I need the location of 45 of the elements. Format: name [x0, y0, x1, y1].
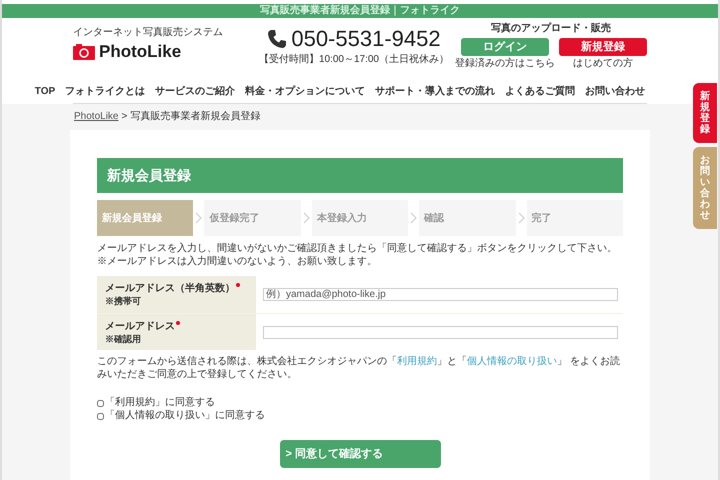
agree-checkbox[interactable] — [97, 412, 104, 420]
chevron-icon — [300, 212, 312, 224]
logo-text[interactable]: PhotoLike — [99, 43, 182, 60]
breadcrumb-current: 写真販売事業者新規会員登録 — [130, 110, 260, 124]
nav-link[interactable]: お問い合わせ — [585, 84, 646, 99]
progress-step: 確認 — [419, 200, 516, 236]
field-note: ※携帯可 — [105, 295, 142, 307]
banner-text: 写真販売事業者新規会員登録｜フォトライク — [260, 6, 460, 16]
nav-link[interactable]: TOP — [34, 84, 56, 99]
instruction-note: ※メールアドレスは入力間違いのないよう、お願い致します。 — [97, 255, 378, 268]
progress-step: 仮登録完了 — [204, 200, 301, 236]
nav-link[interactable]: 料金・オプションについて — [245, 84, 366, 99]
progress-step: 完了 — [526, 200, 624, 236]
breadcrumb-link[interactable]: PhotoLike — [74, 109, 118, 124]
agree-checkbox[interactable] — [97, 400, 104, 406]
form-heading: 新規会員登録 — [97, 158, 623, 193]
checkbox-label: 「個人情報の取り扱い」に同意する — [105, 410, 265, 422]
instruction-text: メールアドレスを入力し、間違いがないかご確認頂きましたら「同意して確認する」ボタンをクリックして下さい。 — [97, 242, 618, 255]
button-note: 登録済みの方はこちら — [455, 59, 555, 69]
progress-step: 新規会員登録 — [97, 200, 194, 236]
button-note: はじめての方 — [573, 59, 633, 69]
nav-link[interactable]: よくあるご質問 — [505, 84, 576, 99]
chevron-icon — [408, 212, 420, 224]
email-input[interactable] — [263, 326, 618, 338]
nav-link[interactable]: サービスのご紹介 — [155, 84, 236, 99]
nav-link[interactable]: フォトライクとは — [65, 84, 146, 99]
email-input[interactable]: 例）yamada@photo-like.jp — [263, 288, 618, 301]
chevron-icon — [193, 212, 204, 224]
phone-number: 050-5531-9452 — [291, 28, 441, 50]
tagline: インターネット写真販売システム — [73, 28, 224, 38]
phone-icon — [267, 29, 288, 49]
field-label: メールアドレス — [105, 320, 175, 332]
consent-notice: このフォームから送信される際は、株式会社エクシオジャパンの「利用規約」と「個人情報の取り扱い」 をよくお読みいただきご同意の上で登録してください。 — [97, 355, 621, 381]
signup-side-tab[interactable]: 新規登録 — [693, 83, 717, 143]
field-note: ※確認用 — [105, 332, 142, 344]
chevron-icon — [516, 212, 527, 224]
account-title: 写真のアップロード・販売 — [491, 24, 611, 34]
signup-button[interactable]: 新規登録 — [559, 38, 647, 56]
progress-step: 本登録入力 — [312, 200, 408, 236]
camera-icon — [73, 44, 95, 60]
checkbox-label: 「利用規約」に同意する — [105, 397, 215, 409]
breadcrumb-separator: > — [121, 110, 128, 124]
field-label: メールアドレス（半角英数） — [105, 282, 235, 295]
business-hours: 【受付時間】10:00～17:00（土日祝休み） — [258, 55, 449, 65]
nav-link[interactable]: サポート・導入までの流れ — [375, 84, 496, 99]
